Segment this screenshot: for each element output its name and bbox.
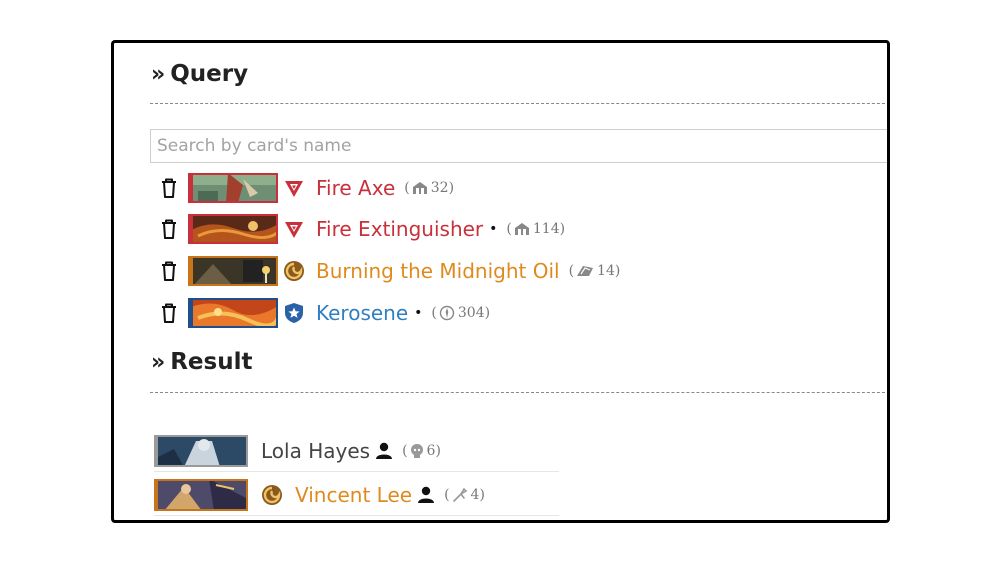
search-box[interactable] — [150, 129, 887, 163]
card-name-link[interactable]: Burning the Midnight Oil — [316, 259, 560, 283]
shaper-icon — [262, 485, 282, 505]
identity-meta-value: 4 — [470, 487, 480, 503]
query-section-title[interactable]: » Query — [151, 61, 248, 87]
card-name-link[interactable]: Kerosene — [316, 301, 408, 325]
query-card-row: Fire Axe (32) — [159, 170, 454, 206]
card-name-link[interactable]: Fire Extinguisher — [316, 217, 483, 241]
chevron-right-icon: » — [151, 349, 165, 375]
query-card-row: Kerosene • (304) — [159, 295, 490, 331]
identity-art-thumbnail — [154, 435, 248, 467]
unique-marker: • — [414, 305, 423, 321]
card-art-thumbnail — [188, 298, 278, 328]
bank-icon — [412, 182, 427, 194]
search-input[interactable] — [151, 130, 887, 162]
divider — [150, 103, 887, 104]
chevron-right-icon: » — [151, 61, 165, 87]
result-identity-row: Vincent Lee (4) — [154, 475, 559, 516]
identity-name-link[interactable]: Vincent Lee — [295, 483, 412, 507]
card-meta-value: 114 — [532, 221, 560, 237]
result-section-title[interactable]: » Result — [151, 349, 252, 375]
trash-icon[interactable] — [159, 218, 179, 240]
card-meta: (32) — [404, 180, 455, 196]
identity-name-link[interactable]: Lola Hayes — [261, 439, 370, 463]
result-title: Result — [170, 349, 253, 375]
card-meta: (14) — [568, 263, 621, 279]
criminal-icon — [285, 303, 303, 323]
card-art-thumbnail — [188, 214, 278, 244]
trash-icon[interactable] — [159, 177, 179, 199]
anarch-icon — [285, 222, 303, 238]
query-title: Query — [170, 61, 249, 87]
card-meta-value: 304 — [457, 305, 485, 321]
result-identity-row: Lola Hayes (6) — [154, 431, 559, 472]
shaper-icon — [284, 261, 304, 281]
anarch-icon — [285, 181, 303, 197]
bank-icon — [514, 223, 529, 235]
agenda-icon — [439, 305, 455, 321]
identity-person-icon — [418, 486, 435, 503]
card-art-thumbnail — [188, 256, 278, 286]
identity-meta: (6) — [402, 443, 441, 459]
trash-icon[interactable] — [159, 260, 179, 282]
panel-frame: » Query Fire Axe (32) Fire Extinguisher … — [111, 40, 890, 523]
identity-meta: (4) — [444, 487, 485, 503]
unique-marker: • — [489, 221, 498, 237]
card-meta: (114) — [506, 221, 566, 237]
identity-person-icon — [376, 442, 393, 459]
card-meta: (304) — [431, 305, 491, 321]
card-meta-value: 32 — [430, 180, 449, 196]
mind-icon — [410, 444, 423, 458]
divider — [150, 392, 887, 393]
event-icon — [577, 266, 594, 276]
tool-icon — [452, 487, 467, 502]
trash-icon[interactable] — [159, 302, 179, 324]
identity-meta-value: 6 — [426, 443, 436, 459]
card-meta-value: 14 — [597, 263, 615, 279]
query-card-row: Fire Extinguisher • (114) — [159, 211, 565, 247]
card-name-link[interactable]: Fire Axe — [316, 176, 395, 200]
query-card-row: Burning the Midnight Oil (14) — [159, 253, 620, 289]
identity-art-thumbnail — [154, 479, 248, 511]
card-art-thumbnail — [188, 173, 278, 203]
